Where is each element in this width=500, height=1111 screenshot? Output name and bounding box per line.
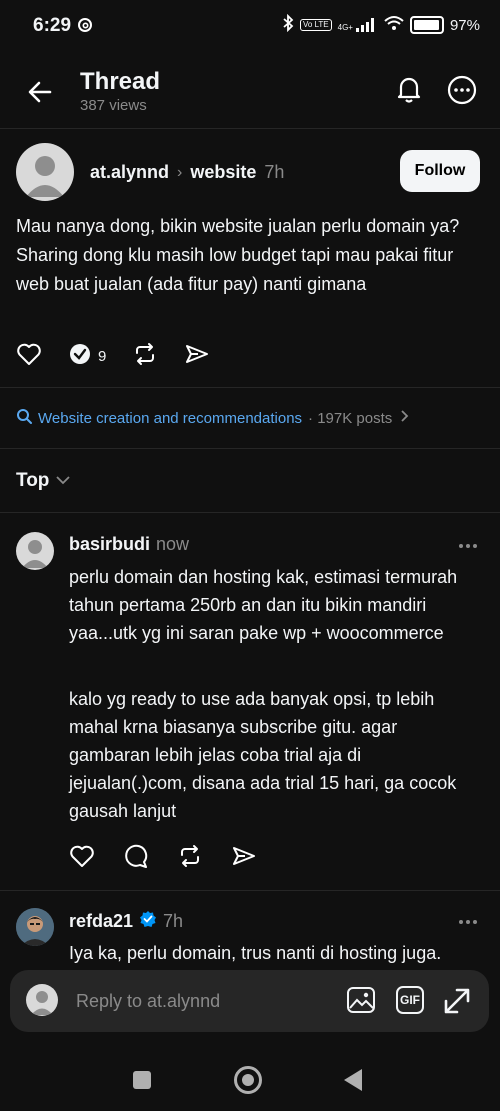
wifi-icon: [384, 15, 404, 35]
send-icon[interactable]: [231, 844, 257, 873]
reply-text: kalo yg ready to use ada banyak opsi, tp…: [69, 689, 457, 821]
post-text: Mau nanya dong, bikin website jualan per…: [16, 216, 460, 294]
verified-badge-icon: [139, 910, 157, 933]
follow-button[interactable]: Follow: [400, 150, 480, 192]
reply-author: refda21 7h: [69, 910, 183, 933]
reply-button[interactable]: 9: [68, 342, 106, 371]
reply-author: basirbudi now: [69, 534, 189, 555]
community-name[interactable]: website: [190, 162, 256, 183]
send-icon: [184, 342, 210, 371]
reply-composer: GIF: [10, 970, 489, 1032]
reply-time: 7h: [163, 911, 184, 931]
post-username[interactable]: at.alynnd: [90, 162, 169, 183]
like-button[interactable]: [16, 342, 42, 371]
divider: [0, 512, 500, 513]
chevron-right-icon: [398, 409, 410, 427]
threads-logo-icon: [77, 17, 93, 38]
thread-header: Thread 387 views: [0, 60, 500, 126]
reply-actions: [69, 844, 257, 873]
expand-icon[interactable]: [442, 986, 472, 1021]
more-horizontal-icon[interactable]: [458, 536, 478, 554]
back-arrow-icon[interactable]: [26, 78, 54, 111]
sort-dropdown[interactable]: Top: [16, 470, 71, 492]
page-title: Thread: [80, 68, 161, 95]
replied-check-icon: [68, 342, 92, 371]
topic-post-count: · 197K posts: [308, 409, 393, 427]
bell-icon[interactable]: [394, 74, 424, 109]
divider: [0, 890, 500, 891]
divider: [0, 128, 500, 129]
post-actions: 9: [16, 340, 236, 372]
reply-username[interactable]: refda21: [69, 911, 133, 932]
comment-icon[interactable]: [123, 844, 149, 873]
status-bar: 6:29 Vo LTE 4G+ 97%: [0, 0, 500, 52]
more-options-icon[interactable]: [446, 74, 478, 111]
share-button[interactable]: [184, 342, 210, 371]
more-horizontal-icon[interactable]: [458, 912, 478, 930]
volte-badge: Vo LTE: [299, 19, 332, 31]
reply-username[interactable]: basirbudi: [69, 534, 150, 555]
home-icon[interactable]: [234, 1066, 262, 1094]
post-meta: at.alynnd › website 7h: [90, 162, 284, 183]
battery-icon: [409, 16, 444, 34]
signal-icon: 4G+: [338, 18, 378, 32]
repost-button[interactable]: [132, 342, 158, 371]
gif-icon[interactable]: GIF: [396, 986, 424, 1014]
heart-icon[interactable]: [69, 844, 95, 873]
repost-icon: [132, 342, 158, 371]
post-time: 7h: [264, 162, 285, 182]
repost-icon[interactable]: [177, 844, 203, 873]
view-count: 387 views: [80, 97, 147, 114]
recents-icon[interactable]: [133, 1071, 151, 1089]
avatar: [26, 984, 58, 1016]
reply-time: now: [156, 534, 190, 554]
chevron-down-icon: [55, 470, 71, 492]
battery-percent: 97%: [449, 16, 480, 34]
avatar[interactable]: [16, 532, 54, 570]
reply-text: perlu domain dan hosting kak, estimasi t…: [69, 567, 458, 643]
divider: [0, 387, 500, 388]
reply-input[interactable]: [74, 986, 328, 1016]
nav-back-icon[interactable]: [344, 1069, 362, 1091]
heart-icon: [16, 342, 42, 371]
topic-link[interactable]: Website creation and recommendations · 1…: [16, 408, 410, 428]
avatar[interactable]: [16, 143, 74, 201]
topic-label: Website creation and recommendations: [38, 409, 303, 427]
status-time: 6:29: [33, 15, 72, 36]
status-icons: Vo LTE 4G+ 97%: [282, 13, 480, 36]
search-icon: [16, 408, 32, 428]
reply-text: Iya ka, perlu domain, trus nanti di host…: [69, 943, 442, 963]
image-icon[interactable]: [346, 986, 376, 1019]
reply-count: 9: [98, 347, 107, 365]
chevron-right-icon: ›: [177, 163, 183, 181]
avatar[interactable]: [16, 908, 54, 946]
bluetooth-icon: [282, 13, 294, 36]
system-navigation-bar: [0, 1050, 500, 1111]
sort-label: Top: [16, 470, 50, 491]
divider: [0, 448, 500, 449]
